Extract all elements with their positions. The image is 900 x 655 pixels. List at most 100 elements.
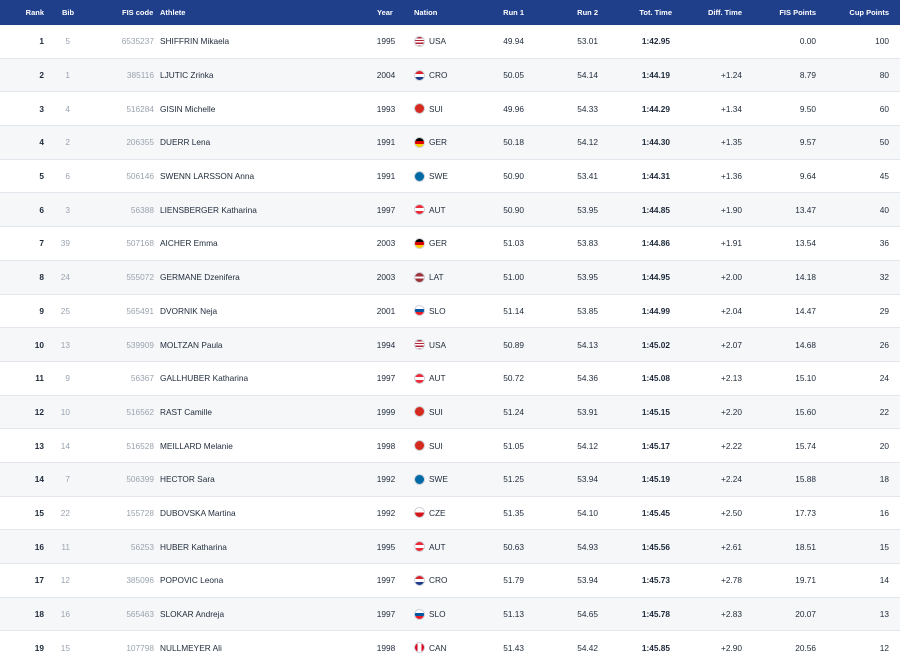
flag-sui-icon bbox=[414, 440, 425, 452]
athlete-link[interactable]: SHIFFRIN Mikaela bbox=[160, 25, 360, 58]
diff-time-cell: +2.50 bbox=[721, 507, 742, 518]
table-row[interactable]: 15 22 155728 DUBOVSKA Martina 1992 CZE 51.35 54… bbox=[0, 497, 900, 531]
run1-cell: 51.03 bbox=[503, 238, 524, 249]
table-row[interactable]: 4 2 206355 DUERR Lena 1991 GER 50.18 54.12 1:44.… bbox=[0, 126, 900, 160]
table-row[interactable]: 17 12 385096 POPOVIC Leona 1997 CRO 51.79 53.94… bbox=[0, 564, 900, 598]
flag-cro-icon bbox=[414, 69, 425, 81]
nation-code: CRO bbox=[429, 70, 448, 81]
rank-cell: 6 bbox=[39, 204, 44, 215]
header-cup-points[interactable]: Cup Points bbox=[840, 0, 889, 25]
year-cell: 1994 bbox=[376, 339, 396, 350]
nation-cell: LAT bbox=[414, 261, 474, 294]
fis-points-cell: 20.07 bbox=[795, 609, 816, 620]
run2-cell: 53.95 bbox=[577, 204, 598, 215]
bib-cell: 24 bbox=[60, 272, 70, 283]
nation-code: USA bbox=[429, 339, 447, 350]
table-row[interactable]: 6 3 56388 LIENSBERGER Katharina 1997 AUT 50.90… bbox=[0, 193, 900, 228]
flag-aut-icon bbox=[414, 541, 425, 553]
table-row[interactable]: 13 14 516528 MEILLARD Melanie 1998 SUI 51.05 54… bbox=[0, 429, 900, 463]
header-tot-time[interactable]: Tot. Time bbox=[626, 0, 672, 25]
run2-cell: 53.95 bbox=[577, 272, 598, 283]
nation-cell: CZE bbox=[414, 497, 474, 530]
header-nation[interactable]: Nation bbox=[414, 0, 474, 25]
athlete-link[interactable]: LIENSBERGER Katharina bbox=[160, 193, 360, 226]
flag-cro-icon bbox=[414, 574, 425, 586]
header-year[interactable]: Year bbox=[377, 0, 417, 25]
fis-code-cell: 56367 bbox=[130, 373, 154, 384]
flag-usa-icon bbox=[414, 339, 425, 351]
nation-cell: SWE bbox=[414, 463, 474, 496]
run1-cell: 51.25 bbox=[503, 474, 524, 485]
year-cell: 1992 bbox=[376, 507, 396, 518]
table-row[interactable]: 5 6 506146 SWENN LARSSON Anna 1991 SWE 50.90 53… bbox=[0, 160, 900, 194]
fis-points-cell: 0.00 bbox=[799, 36, 816, 47]
table-row[interactable]: 16 11 56253 HUBER Katharina 1995 AUT 50.63 54.9… bbox=[0, 530, 900, 564]
athlete-link[interactable]: HECTOR Sara bbox=[160, 463, 360, 496]
header-diff-time[interactable]: Diff. Time bbox=[700, 0, 742, 25]
table-row[interactable]: 14 7 506399 HECTOR Sara 1992 SWE 51.25 53.94 1:4… bbox=[0, 462, 900, 497]
bib-cell: 22 bbox=[60, 507, 70, 518]
rank-cell: 9 bbox=[39, 305, 44, 316]
athlete-link[interactable]: DVORNIK Neja bbox=[160, 295, 360, 328]
cup-points-cell: 18 bbox=[879, 474, 889, 485]
header-fis-points[interactable]: FIS Points bbox=[764, 0, 816, 25]
header-athlete[interactable]: Athlete bbox=[160, 0, 360, 25]
cup-points-cell: 12 bbox=[879, 642, 889, 653]
fis-points-cell: 8.79 bbox=[799, 70, 816, 81]
athlete-link[interactable]: POPOVIC Leona bbox=[160, 564, 360, 597]
total-time-cell: 1:45.19 bbox=[641, 474, 670, 485]
table-row[interactable]: 7 39 507168 AICHER Emma 2003 GER 51.03 53.83 1:4… bbox=[0, 227, 900, 261]
bib-cell: 6 bbox=[65, 171, 70, 182]
header-run2[interactable]: Run 2 bbox=[562, 0, 598, 25]
rank-cell: 7 bbox=[39, 238, 44, 249]
athlete-link[interactable]: MOLTZAN Paula bbox=[160, 328, 360, 361]
table-row[interactable]: 12 10 516562 RAST Camille 1999 SUI 51.24 53.91 1… bbox=[0, 395, 900, 430]
athlete-link[interactable]: LJUTIC Zrinka bbox=[160, 59, 360, 92]
table-row[interactable]: 1 5 6535237 SHIFFRIN Mikaela 1995 USA 49.94 53.… bbox=[0, 25, 900, 59]
fis-points-cell: 9.57 bbox=[799, 137, 816, 148]
run2-cell: 54.65 bbox=[577, 609, 598, 620]
fis-points-cell: 15.60 bbox=[795, 406, 816, 417]
header-rank[interactable]: Rank bbox=[0, 0, 44, 25]
athlete-link[interactable]: MEILLARD Melanie bbox=[160, 429, 360, 462]
table-row[interactable]: 19 15 107798 NULLMEYER Ali 1998 CAN 51.43 54.42… bbox=[0, 631, 900, 655]
fis-code-cell: 507168 bbox=[126, 238, 154, 249]
athlete-link[interactable]: AICHER Emma bbox=[160, 227, 360, 260]
table-row[interactable]: 8 24 555072 GERMANE Dzenifera 2003 LAT 51.00 53… bbox=[0, 260, 900, 295]
athlete-link[interactable]: GERMANE Dzenifera bbox=[160, 261, 360, 294]
header-bib[interactable]: Bib bbox=[62, 0, 84, 25]
year-cell: 2001 bbox=[376, 305, 396, 316]
run2-cell: 53.91 bbox=[577, 406, 598, 417]
athlete-link[interactable]: GALLHUBER Katharina bbox=[160, 362, 360, 395]
athlete-link[interactable]: DUERR Lena bbox=[160, 126, 360, 159]
table-row[interactable]: 3 4 516284 GISIN Michelle 1993 SUI 49.96 54.33 1… bbox=[0, 92, 900, 127]
table-row[interactable]: 2 1 385116 LJUTIC Zrinka 2004 CRO 50.05 54.14 1:… bbox=[0, 58, 900, 93]
nation-code: SLO bbox=[429, 609, 446, 620]
athlete-link[interactable]: GISIN Michelle bbox=[160, 92, 360, 125]
table-row[interactable]: 9 25 565491 DVORNIK Neja 2001 SLO 51.14 53.85 1:… bbox=[0, 295, 900, 329]
total-time-cell: 1:45.73 bbox=[641, 575, 670, 586]
athlete-link[interactable]: RAST Camille bbox=[160, 396, 360, 429]
table-row[interactable]: 10 13 539909 MOLTZAN Paula 1994 USA 50.89 54.13… bbox=[0, 328, 900, 362]
table-row[interactable]: 18 16 565463 SLOKAR Andreja 1997 SLO 51.13 54.6… bbox=[0, 597, 900, 632]
rank-cell: 5 bbox=[39, 171, 44, 182]
athlete-link[interactable]: SLOKAR Andreja bbox=[160, 598, 360, 631]
year-cell: 1991 bbox=[376, 137, 396, 148]
cup-points-cell: 100 bbox=[875, 36, 889, 47]
diff-time-cell: +2.13 bbox=[721, 373, 742, 384]
year-cell: 1995 bbox=[376, 541, 396, 552]
athlete-link[interactable]: DUBOVSKA Martina bbox=[160, 497, 360, 530]
header-run1[interactable]: Run 1 bbox=[490, 0, 524, 25]
table-row[interactable]: 11 9 56367 GALLHUBER Katharina 1997 AUT 50.72 5… bbox=[0, 362, 900, 396]
nation-code: CRO bbox=[429, 575, 448, 586]
cup-points-cell: 60 bbox=[879, 103, 889, 114]
run2-cell: 54.14 bbox=[577, 70, 598, 81]
diff-time-cell: +2.00 bbox=[721, 272, 742, 283]
bib-cell: 2 bbox=[65, 137, 70, 148]
athlete-link[interactable]: HUBER Katharina bbox=[160, 530, 360, 563]
nation-code: USA bbox=[429, 36, 447, 47]
run1-cell: 50.90 bbox=[503, 171, 524, 182]
athlete-link[interactable]: NULLMEYER Ali bbox=[160, 631, 360, 655]
total-time-cell: 1:44.85 bbox=[641, 204, 670, 215]
athlete-link[interactable]: SWENN LARSSON Anna bbox=[160, 160, 360, 193]
